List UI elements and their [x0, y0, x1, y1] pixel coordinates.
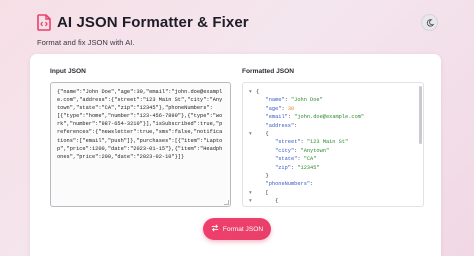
json-token: "state" — [275, 156, 298, 163]
input-json-textarea[interactable]: {"name":"John Doe","age":30,"email":"joh… — [50, 82, 231, 207]
json-token: "zip" — [275, 164, 291, 171]
json-line: "address": — [249, 122, 417, 130]
json-token: "John Doe" — [290, 97, 323, 104]
json-line: "state": "CA" — [249, 155, 417, 163]
json-line: "zip": "12345" — [249, 164, 417, 172]
json-line: ▾ { — [249, 197, 417, 205]
app-header: AI JSON Formatter & Fixer — [37, 14, 249, 31]
json-token: 30 — [287, 105, 295, 112]
collapse-caret-icon[interactable]: ▾ — [249, 130, 256, 138]
json-token: : — [310, 181, 314, 188]
json-token: "phoneNumbers" — [265, 181, 311, 188]
page-title: AI JSON Formatter & Fixer — [57, 14, 249, 31]
json-line: "age": 30 — [249, 105, 417, 113]
theme-toggle-button[interactable] — [421, 14, 438, 31]
json-token: "123 Main St" — [306, 139, 349, 146]
json-token: "city" — [275, 147, 295, 154]
json-token: : — [294, 122, 298, 129]
json-line: } — [249, 172, 417, 180]
json-line: ▾ [ — [249, 189, 417, 197]
output-scrollbar[interactable] — [419, 86, 422, 144]
collapse-caret-icon[interactable]: ▾ — [249, 197, 256, 205]
json-token: [ — [265, 189, 269, 196]
json-token: "address" — [265, 122, 295, 129]
json-token: "name" — [265, 97, 285, 104]
format-json-label: Format JSON — [222, 225, 264, 233]
json-line: "email": "john.doe@example.com" — [249, 113, 417, 121]
moon-icon — [426, 15, 434, 30]
page-subtitle: Format and fix JSON with AI. — [37, 38, 135, 47]
format-json-button[interactable]: Format JSON — [203, 218, 271, 240]
collapse-caret-icon[interactable]: ▾ — [249, 189, 256, 197]
json-token: { — [265, 131, 269, 138]
output-label: Formatted JSON — [242, 68, 295, 75]
json-token: { — [275, 198, 279, 205]
json-token: { — [256, 89, 260, 95]
json-token: } — [265, 173, 269, 180]
json-line: ▾ { — [249, 130, 417, 138]
json-token: "street" — [275, 139, 301, 146]
json-token: "CA" — [303, 156, 317, 163]
json-token: "age" — [265, 105, 282, 112]
json-token: "Anytown" — [300, 147, 330, 154]
formatted-json-viewer[interactable]: ▾{ "name": "John Doe" "age": 30 "email":… — [242, 82, 424, 207]
json-line: "name": "John Doe" — [249, 96, 417, 104]
json-token: "john.doe@example.com" — [294, 114, 365, 121]
resize-handle[interactable] — [224, 200, 229, 205]
json-line: "city": "Anytown" — [249, 147, 417, 155]
file-code-icon — [37, 14, 51, 31]
collapse-caret-icon[interactable]: ▾ — [249, 88, 256, 96]
json-tree: ▾{ "name": "John Doe" "age": 30 "email":… — [249, 88, 417, 207]
input-label: Input JSON — [50, 68, 86, 75]
input-json-text: {"name":"John Doe","age":30,"email":"joh… — [57, 89, 223, 160]
json-line: "type": "home" — [249, 206, 417, 207]
json-line: "street": "123 Main St" — [249, 138, 417, 146]
json-token: "12345" — [297, 164, 320, 171]
json-line: ▾{ — [249, 88, 417, 96]
main-card: Input JSON Formatted JSON {"name":"John … — [30, 54, 441, 256]
json-line: "phoneNumbers": — [249, 180, 417, 188]
swap-arrows-icon — [211, 224, 219, 234]
json-token: "email" — [265, 114, 288, 121]
